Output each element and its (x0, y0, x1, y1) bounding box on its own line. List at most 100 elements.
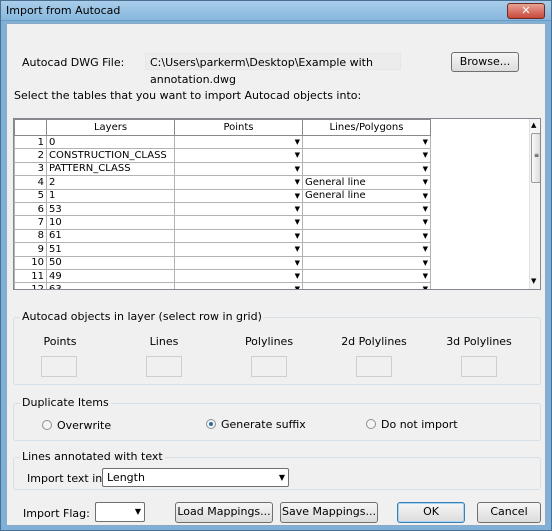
layer-cell[interactable]: 63 (46, 282, 175, 289)
row-number[interactable]: 1 (14, 134, 47, 150)
save-mappings-button[interactable]: Save Mappings... (280, 502, 378, 523)
lines-polygons-cell[interactable]: ▼ (302, 215, 431, 230)
row-number[interactable]: 10 (14, 255, 47, 270)
row-number[interactable]: 7 (14, 215, 47, 230)
layer-cell[interactable]: PATTERN_CLASS (46, 161, 175, 177)
dropdown-arrow-icon[interactable]: ▼ (295, 163, 300, 174)
overwrite-radio[interactable]: Overwrite (42, 419, 111, 432)
dropdown-arrow-icon[interactable]: ▼ (423, 270, 428, 281)
points-cell[interactable]: ▼ (174, 255, 303, 270)
table-row[interactable]: 11 49 ▼ ▼ (14, 268, 431, 284)
lines-polygons-cell[interactable]: ▼ (302, 148, 431, 163)
row-number[interactable]: 9 (14, 242, 47, 257)
lines-polygons-cell[interactable]: ▼ (302, 161, 431, 177)
table-row[interactable]: 3 PATTERN_CLASS ▼ ▼ (14, 161, 431, 177)
dropdown-arrow-icon[interactable]: ▼ (295, 230, 300, 241)
points-cell[interactable]: ▼ (174, 148, 303, 163)
points-cell[interactable]: ▼ (174, 215, 303, 230)
lines-polygons-cell[interactable]: ▼ (302, 228, 431, 244)
layer-cell[interactable]: CONSTRUCTION_CLASS (46, 148, 175, 163)
lines-polygons-cell[interactable]: General line ▼ (302, 188, 431, 203)
dropdown-arrow-icon[interactable]: ▼ (423, 257, 428, 268)
table-row[interactable]: 12 63 ▼ ▼ (14, 282, 431, 289)
layer-cell[interactable]: 2 (46, 175, 175, 190)
lines-polygons-cell[interactable]: ▼ (302, 242, 431, 257)
lines-polygons-cell[interactable]: ▼ (302, 282, 431, 289)
scroll-up-arrow-icon[interactable]: ▲ (531, 121, 536, 129)
dropdown-arrow-icon[interactable]: ▼ (423, 190, 428, 201)
lines-polygons-cell[interactable]: ▼ (302, 255, 431, 270)
table-row[interactable]: 5 1 ▼ General line ▼ (14, 188, 431, 203)
table-row[interactable]: 4 2 ▼ General line ▼ (14, 175, 431, 190)
column-header-layers[interactable]: Layers (46, 119, 175, 136)
row-number[interactable]: 2 (14, 148, 47, 163)
table-row[interactable]: 7 10 ▼ ▼ (14, 215, 431, 230)
points-cell[interactable]: ▼ (174, 134, 303, 150)
layer-cell[interactable]: 49 (46, 268, 175, 284)
dropdown-arrow-icon[interactable]: ▼ (423, 163, 428, 174)
dropdown-arrow-icon[interactable]: ▼ (295, 137, 300, 148)
points-cell[interactable]: ▼ (174, 175, 303, 190)
points-cell[interactable]: ▼ (174, 282, 303, 289)
table-row[interactable]: 1 0 ▼ ▼ (14, 134, 431, 150)
row-number[interactable]: 3 (14, 161, 47, 177)
dropdown-arrow-icon[interactable]: ▼ (423, 203, 428, 214)
points-cell[interactable]: ▼ (174, 161, 303, 177)
browse-button[interactable]: Browse... (451, 52, 519, 72)
import-text-into-select[interactable]: Length ▼ (102, 468, 289, 487)
points-cell[interactable]: ▼ (174, 188, 303, 203)
points-cell[interactable]: ▼ (174, 201, 303, 217)
scroll-down-arrow-icon[interactable]: ▼ (531, 277, 536, 285)
scroll-thumb[interactable]: ≡ (531, 133, 540, 183)
layer-cell[interactable]: 61 (46, 228, 175, 244)
lines-polygons-cell[interactable]: General line ▼ (302, 175, 431, 190)
table-row[interactable]: 2 CONSTRUCTION_CLASS ▼ ▼ (14, 148, 431, 163)
grid-vertical-scrollbar[interactable]: ▲ ≡ ▼ (529, 119, 540, 289)
dropdown-arrow-icon[interactable]: ▼ (423, 177, 428, 188)
dropdown-arrow-icon[interactable]: ▼ (423, 137, 428, 148)
layer-mapping-grid[interactable]: Layers Points Lines/Polygons 1 0 ▼ ▼ 2 CONSTR… (13, 118, 541, 290)
dropdown-arrow-icon[interactable]: ▼ (295, 190, 300, 201)
row-number[interactable]: 8 (14, 228, 47, 244)
column-header-points[interactable]: Points (174, 119, 303, 136)
row-number[interactable]: 6 (14, 201, 47, 217)
row-number[interactable]: 5 (14, 188, 47, 203)
table-row[interactable]: 6 53 ▼ ▼ (14, 201, 431, 217)
points-cell[interactable]: ▼ (174, 268, 303, 284)
table-row[interactable]: 9 51 ▼ ▼ (14, 242, 431, 257)
points-cell[interactable]: ▼ (174, 242, 303, 257)
cancel-button[interactable]: Cancel (477, 502, 541, 523)
close-button[interactable]: ✕ (507, 3, 545, 19)
import-flag-select[interactable]: ▼ (95, 502, 145, 522)
layer-cell[interactable]: 10 (46, 215, 175, 230)
row-number[interactable]: 11 (14, 268, 47, 284)
dropdown-arrow-icon[interactable]: ▼ (295, 177, 300, 188)
ok-button[interactable]: OK (397, 502, 465, 523)
row-number[interactable]: 4 (14, 175, 47, 190)
row-number[interactable]: 12 (14, 282, 47, 289)
dropdown-arrow-icon[interactable]: ▼ (423, 217, 428, 228)
dropdown-arrow-icon[interactable]: ▼ (295, 244, 300, 255)
layer-cell[interactable]: 0 (46, 134, 175, 150)
dropdown-arrow-icon[interactable]: ▼ (295, 257, 300, 268)
dropdown-arrow-icon[interactable]: ▼ (423, 244, 428, 255)
title-bar[interactable]: Import from Autocad ✕ (1, 1, 551, 21)
table-row[interactable]: 10 50 ▼ ▼ (14, 255, 431, 270)
column-header-lines-polygons[interactable]: Lines/Polygons (302, 119, 431, 136)
dropdown-arrow-icon[interactable]: ▼ (295, 203, 300, 214)
dropdown-arrow-icon[interactable]: ▼ (423, 230, 428, 241)
do-not-import-radio[interactable]: Do not import (366, 418, 458, 431)
load-mappings-button[interactable]: Load Mappings... (175, 502, 273, 523)
lines-polygons-cell[interactable]: ▼ (302, 201, 431, 217)
generate-suffix-radio[interactable]: Generate suffix (206, 418, 306, 431)
dropdown-arrow-icon[interactable]: ▼ (423, 284, 428, 289)
lines-polygons-cell[interactable]: ▼ (302, 268, 431, 284)
layer-cell[interactable]: 1 (46, 188, 175, 203)
lines-polygons-cell[interactable]: ▼ (302, 134, 431, 150)
dropdown-arrow-icon[interactable]: ▼ (295, 150, 300, 161)
layer-cell[interactable]: 53 (46, 201, 175, 217)
layer-cell[interactable]: 51 (46, 242, 175, 257)
dropdown-arrow-icon[interactable]: ▼ (295, 217, 300, 228)
table-row[interactable]: 8 61 ▼ ▼ (14, 228, 431, 244)
dropdown-arrow-icon[interactable]: ▼ (295, 284, 300, 289)
